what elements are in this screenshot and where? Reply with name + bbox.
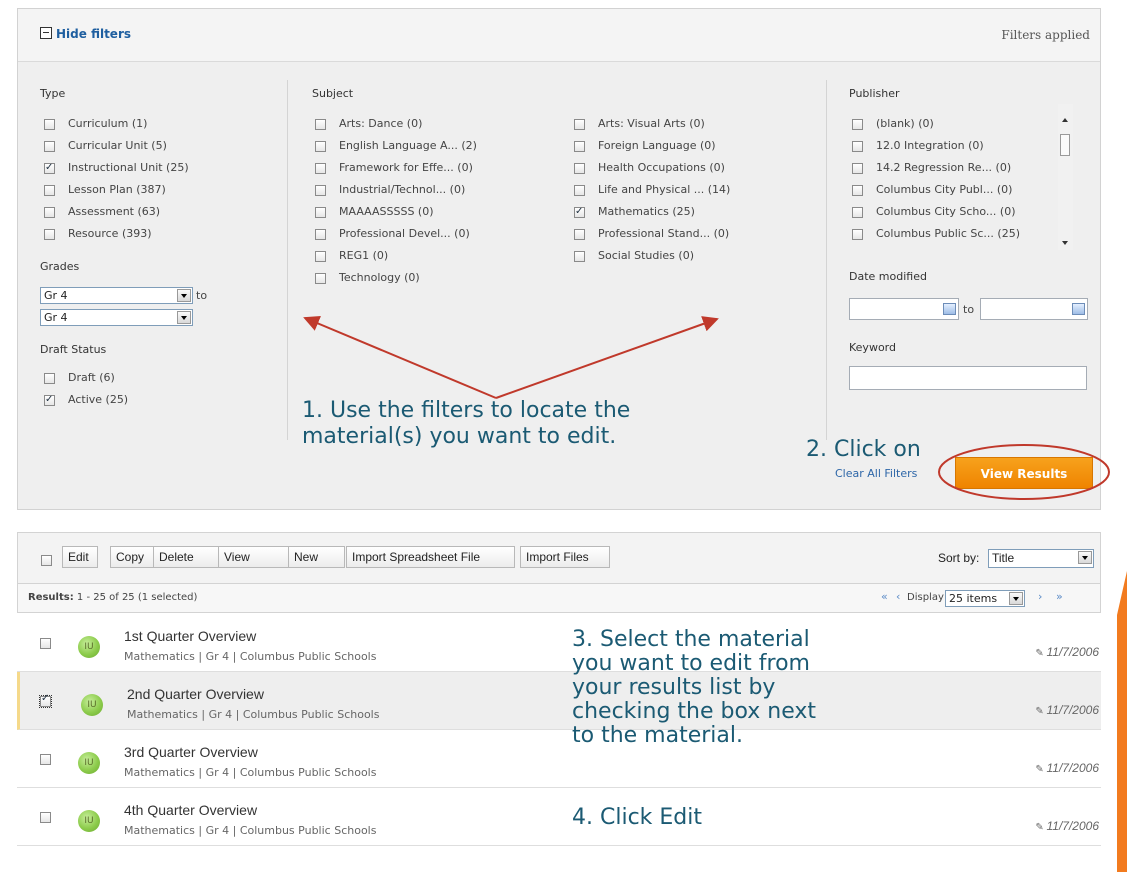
- result-date: ✎ 11/7/2006: [1035, 645, 1099, 659]
- result-date: ✎ 11/7/2006: [1035, 761, 1099, 775]
- import-spreadsheet-file-button[interactable]: Import Spreadsheet File: [346, 546, 515, 568]
- result-checkbox[interactable]: [40, 811, 51, 823]
- results-summary-bar: Results: 1 - 25 of 25 (1 selected) « ‹ D…: [17, 584, 1101, 613]
- chevron-down-icon: [1078, 551, 1092, 564]
- result-meta: Mathematics | Gr 4 | Columbus Public Sch…: [127, 708, 380, 721]
- first-page-icon[interactable]: «: [881, 590, 888, 603]
- view-button[interactable]: View: [218, 546, 295, 568]
- result-checkbox[interactable]: [40, 753, 51, 765]
- display-select[interactable]: 25 items: [945, 590, 1025, 607]
- import-files-button[interactable]: Import Files: [520, 546, 610, 568]
- result-checkbox[interactable]: [40, 637, 51, 649]
- date-value: 11/7/2006: [1046, 645, 1100, 659]
- result-title[interactable]: 1st Quarter Overview: [124, 628, 256, 644]
- instructional-unit-icon: IU: [78, 810, 100, 832]
- annotation-step4: 4. Click Edit: [572, 805, 703, 830]
- result-title[interactable]: 4th Quarter Overview: [124, 802, 257, 818]
- display-value: 25 items: [949, 592, 998, 605]
- result-date: ✎ 11/7/2006: [1035, 819, 1099, 833]
- result-row[interactable]: IU 1st Quarter Overview Mathematics | Gr 4…: [17, 614, 1101, 672]
- prev-page-icon[interactable]: ‹: [896, 590, 900, 603]
- decorative-orange-edge: [1117, 571, 1127, 872]
- result-meta: Mathematics | Gr 4 | Columbus Public Sch…: [124, 650, 377, 663]
- date-value: 11/7/2006: [1046, 819, 1100, 833]
- result-row[interactable]: IU 2nd Quarter Overview Mathematics | Gr 4…: [17, 672, 1101, 730]
- next-page-icon[interactable]: ›: [1038, 590, 1042, 603]
- pencil-icon: ✎: [1035, 706, 1047, 717]
- sort-select[interactable]: Title: [988, 549, 1094, 568]
- highlight-circle: [938, 444, 1110, 500]
- instructional-unit-icon: IU: [78, 636, 100, 658]
- chevron-down-icon: [1009, 592, 1023, 605]
- instructional-unit-icon: IU: [81, 694, 103, 716]
- new-button[interactable]: New: [288, 546, 345, 568]
- pencil-icon: ✎: [1035, 648, 1047, 659]
- annotation-step3-line: to the material.: [572, 723, 743, 748]
- result-title[interactable]: 3rd Quarter Overview: [124, 744, 258, 760]
- pencil-icon: ✎: [1035, 764, 1047, 775]
- display-label: Display: [907, 592, 944, 603]
- result-meta: Mathematics | Gr 4 | Columbus Public Sch…: [124, 824, 377, 837]
- date-value: 11/7/2006: [1046, 703, 1100, 717]
- results-toolbar: Edit Copy Delete View New Import Spreadsheet …: [17, 532, 1101, 584]
- instructional-unit-icon: IU: [78, 752, 100, 774]
- result-date: ✎ 11/7/2006: [1035, 703, 1099, 717]
- result-title[interactable]: 2nd Quarter Overview: [127, 686, 264, 702]
- arrow-to-type-filters: [303, 316, 497, 399]
- last-page-icon[interactable]: »: [1056, 590, 1063, 603]
- annotation-step3-line: your results list by: [572, 675, 776, 700]
- result-meta: Mathematics | Gr 4 | Columbus Public Sch…: [124, 766, 377, 779]
- select-all-checkbox[interactable]: [41, 554, 52, 566]
- pencil-icon: ✎: [1035, 822, 1047, 833]
- sort-label: Sort by:: [938, 551, 980, 565]
- result-checkbox[interactable]: [39, 693, 52, 708]
- results-summary-value: 1 - 25 of 25 (1 selected): [73, 592, 198, 603]
- sort-value: Title: [992, 551, 1015, 565]
- annotation-step3-line: checking the box next: [572, 699, 817, 724]
- arrow-to-subject-filters: [495, 316, 719, 399]
- date-value: 11/7/2006: [1046, 761, 1100, 775]
- results-summary: Results: 1 - 25 of 25 (1 selected): [28, 592, 197, 603]
- annotation-step3-line: 3. Select the material: [572, 627, 810, 652]
- result-row[interactable]: IU 4th Quarter Overview Mathematics | Gr 4…: [17, 788, 1101, 846]
- result-row[interactable]: IU 3rd Quarter Overview Mathematics | Gr 4…: [17, 730, 1101, 788]
- edit-button[interactable]: Edit: [62, 546, 98, 568]
- annotation-step3-line: you want to edit from: [572, 651, 810, 676]
- results-summary-label: Results:: [28, 592, 74, 603]
